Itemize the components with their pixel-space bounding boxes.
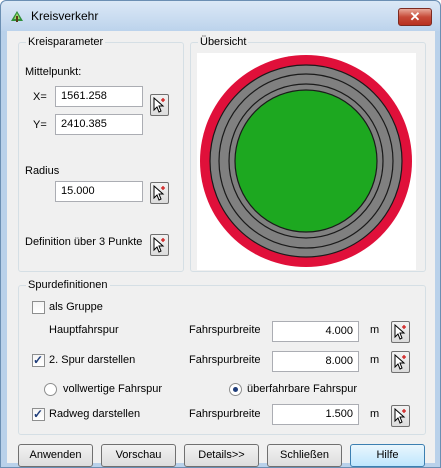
- x-label: X=: [33, 91, 47, 103]
- radio-ueberfahrbare-fahrspur[interactable]: [229, 383, 242, 396]
- roundabout-app-icon: [11, 11, 23, 22]
- dialog-window: Kreisverkehr ✕ Kreisparameter Mittelpunk…: [0, 0, 441, 468]
- pick-radweg-button[interactable]: [391, 405, 410, 427]
- spur2-breite-label: Fahrspurbreite: [189, 354, 261, 366]
- y-coordinate-field[interactable]: 2410.385: [55, 114, 143, 135]
- uebersicht-legend: Übersicht: [198, 36, 249, 48]
- hilfe-button[interactable]: Hilfe: [350, 444, 425, 467]
- mittelpunkt-label: Mittelpunkt:: [25, 66, 82, 78]
- radio-selected-dot: [233, 387, 238, 392]
- vorschau-button[interactable]: Vorschau: [101, 444, 176, 467]
- schliessen-button[interactable]: Schließen: [267, 444, 342, 467]
- pick-radius-button[interactable]: [150, 182, 169, 204]
- radweg-unit: m: [370, 408, 380, 420]
- roundabout-preview-svg: [200, 55, 412, 267]
- spur2-checkbox[interactable]: ✓: [32, 353, 45, 367]
- kreisparameter-legend: Kreisparameter: [26, 36, 106, 48]
- radio-ueberfahrbare-fahrspur-label: überfahrbare Fahrspur: [247, 383, 358, 395]
- spur2-breite-field[interactable]: 8.000: [272, 351, 359, 372]
- title-bar[interactable]: Kreisverkehr ✕: [1, 1, 440, 31]
- pick-cursor-icon: [153, 237, 165, 253]
- pick-cursor-icon: [394, 324, 406, 340]
- window-title: Kreisverkehr: [31, 9, 99, 23]
- hauptfahrspur-breite-field[interactable]: 4.000: [272, 321, 359, 342]
- radius-label: Radius: [25, 165, 60, 177]
- hauptfahrspur-breite-label: Fahrspurbreite: [189, 324, 261, 336]
- three-points-label: Definition über 3 Punkte: [25, 236, 143, 248]
- radweg-breite-field[interactable]: 1.500: [272, 404, 359, 425]
- radweg-breite-label: Fahrspurbreite: [189, 408, 261, 420]
- radweg-checkbox[interactable]: ✓: [32, 407, 45, 421]
- pick-hauptfahrspur-button[interactable]: [391, 321, 410, 343]
- details-button[interactable]: Details>>: [184, 444, 259, 467]
- spurdefinitionen-legend: Spurdefinitionen: [26, 279, 110, 291]
- center-island: [234, 89, 378, 233]
- checkmark-icon: ✓: [33, 407, 44, 421]
- pick-three-points-button[interactable]: [150, 234, 169, 256]
- radio-vollwertige-fahrspur[interactable]: [44, 383, 57, 396]
- radius-field[interactable]: 15.000: [55, 181, 143, 202]
- als-gruppe-checkbox[interactable]: [32, 301, 45, 314]
- roundabout-preview: [197, 53, 416, 270]
- pick-cursor-icon: [153, 97, 165, 113]
- y-label: Y=: [33, 119, 47, 131]
- pick-center-button[interactable]: [150, 94, 169, 116]
- hauptfahrspur-label: Hauptfahrspur: [49, 324, 119, 336]
- checkmark-icon: ✓: [33, 353, 44, 367]
- pick-cursor-icon: [153, 185, 165, 201]
- x-coordinate-field[interactable]: 1561.258: [55, 86, 143, 107]
- als-gruppe-label: als Gruppe: [49, 301, 103, 313]
- pick-cursor-icon: [394, 354, 406, 370]
- anwenden-button[interactable]: Anwenden: [18, 444, 93, 467]
- pick-cursor-icon: [394, 408, 406, 424]
- hauptfahrspur-unit: m: [370, 324, 380, 336]
- radweg-label: Radweg darstellen: [49, 408, 141, 420]
- close-button[interactable]: ✕: [398, 8, 432, 26]
- spur2-unit: m: [370, 354, 380, 366]
- pick-spur2-button[interactable]: [391, 351, 410, 373]
- spur2-label: 2. Spur darstellen: [49, 354, 136, 366]
- radio-vollwertige-fahrspur-label: vollwertige Fahrspur: [63, 383, 163, 395]
